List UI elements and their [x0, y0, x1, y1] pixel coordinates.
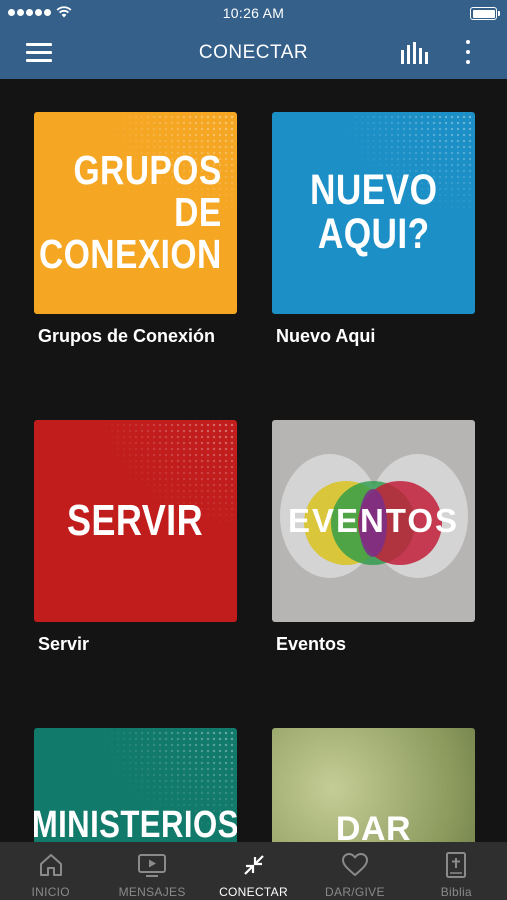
collapse-arrows-icon [243, 855, 264, 875]
card-tile-text: GRUPOS DE CONEXION [39, 147, 222, 277]
tab-biblia[interactable]: Biblia [406, 842, 507, 900]
card-tile-text: MINISTERIOS [34, 804, 237, 842]
tab-label: DAR/GIVE [325, 885, 385, 899]
status-bar: 10:26 AM [0, 0, 507, 26]
card-tile-text: NUEVO AQUI? [309, 166, 438, 258]
card-eventos[interactable]: EVENTOS Eventos [272, 420, 475, 654]
app-header: CONECTAR [0, 26, 507, 79]
card-tile-text: SERVIR [67, 495, 204, 545]
connect-grid: GRUPOS DE CONEXION Grupos de Conexión NU… [0, 79, 507, 842]
card-ministerios[interactable]: MINISTERIOS [34, 728, 237, 842]
card-label: Grupos de Conexión [38, 326, 216, 346]
card-tile: DAR [272, 728, 475, 842]
card-tile: NUEVO AQUI? [272, 112, 475, 314]
battery-icon [470, 7, 500, 20]
home-icon [39, 854, 62, 876]
tab-dar-give[interactable]: DAR/GIVE [304, 842, 405, 900]
card-tile: SERVIR [34, 420, 237, 622]
bottom-tab-bar: INICIO MENSAJES CONECTAR DAR/GIVE Biblia [0, 842, 507, 900]
wifi-icon [56, 6, 72, 18]
card-label: Eventos [276, 634, 347, 654]
tab-label: CONECTAR [219, 885, 288, 899]
card-grupos-de-conexion[interactable]: GRUPOS DE CONEXION Grupos de Conexión [34, 112, 237, 346]
tab-conectar[interactable]: CONECTAR [203, 842, 304, 900]
signal-strength-icon [8, 9, 51, 16]
card-dar[interactable]: DAR [272, 728, 475, 842]
card-servir[interactable]: SERVIR Servir [34, 420, 237, 654]
card-label: Nuevo Aqui [276, 326, 376, 346]
tab-mensajes[interactable]: MENSAJES [101, 842, 202, 900]
tab-inicio[interactable]: INICIO [0, 842, 101, 900]
tab-label: INICIO [31, 885, 70, 899]
bible-icon [446, 852, 467, 878]
card-tile: EVENTOS [272, 420, 475, 622]
card-tile-text: DAR [335, 810, 412, 842]
card-nuevo-aqui[interactable]: NUEVO AQUI? Nuevo Aqui [272, 112, 475, 346]
card-tile: MINISTERIOS [34, 728, 237, 842]
more-options-icon[interactable] [458, 38, 478, 66]
tab-label: Biblia [440, 885, 472, 899]
video-icon [138, 854, 167, 877]
card-tile-text: EVENTOS [287, 502, 460, 540]
audio-bars-icon[interactable] [398, 40, 432, 66]
heart-icon [341, 853, 368, 876]
card-label: Servir [38, 634, 90, 654]
tab-label: MENSAJES [118, 885, 186, 899]
card-tile: GRUPOS DE CONEXION [34, 112, 237, 314]
status-time: 10:26 AM [222, 5, 285, 21]
